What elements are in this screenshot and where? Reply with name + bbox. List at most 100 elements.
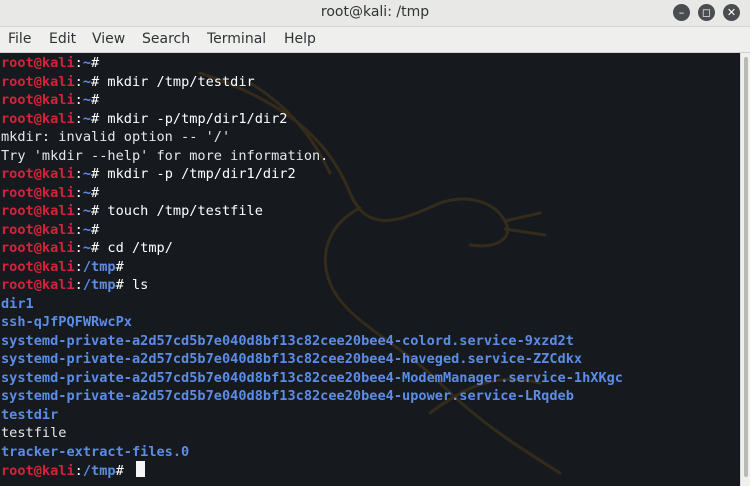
directory-entry: systemd-private-a2d57cd5b7e040d8bf13c82c… bbox=[1, 332, 574, 349]
prompt-user: root@kali bbox=[1, 203, 75, 219]
output-line: ssh-qJfPQFWRwcPx bbox=[1, 313, 623, 332]
command-text: ls bbox=[123, 277, 149, 293]
command-text: mkdir -p /tmp/dir1/dir2 bbox=[99, 166, 296, 182]
prompt-user: root@kali bbox=[1, 55, 75, 71]
prompt-line: root@kali:~# mkdir -p /tmp/dir1/dir2 bbox=[1, 165, 623, 184]
minimize-icon[interactable]: – bbox=[673, 4, 690, 21]
prompt-symbol: # bbox=[91, 203, 100, 219]
menu-file[interactable]: File bbox=[8, 31, 31, 47]
command-text bbox=[124, 463, 132, 479]
terminal-window: root@kali: /tmp – ◻ ✕ File Edit View Sea… bbox=[0, 0, 750, 486]
output-line: systemd-private-a2d57cd5b7e040d8bf13c82c… bbox=[1, 369, 623, 388]
prompt-symbol: # bbox=[91, 92, 100, 108]
prompt-line: root@kali:~# mkdir /tmp/testdir bbox=[1, 73, 623, 92]
prompt-line: root@kali:/tmp# bbox=[1, 258, 623, 277]
output-line: testfile bbox=[1, 424, 623, 443]
directory-entry: tracker-extract-files.0 bbox=[1, 443, 190, 460]
directory-entry: dir1 bbox=[1, 295, 34, 312]
menu-terminal[interactable]: Terminal bbox=[207, 31, 266, 47]
prompt-separator: : bbox=[74, 55, 83, 71]
command-text: touch /tmp/testfile bbox=[99, 203, 263, 219]
prompt-symbol: # bbox=[91, 110, 100, 127]
prompt-separator: : bbox=[74, 277, 83, 293]
prompt-path: /tmp bbox=[82, 463, 116, 479]
maximize-icon[interactable]: ◻ bbox=[698, 4, 715, 21]
output-line: tracker-extract-files.0 bbox=[1, 443, 623, 462]
command-text: mkdir /tmp/testdir bbox=[99, 73, 255, 90]
window-title: root@kali: /tmp bbox=[320, 4, 430, 20]
terminal-area[interactable]: root@kali:~# root@kali:~# mkdir /tmp/test… bbox=[0, 53, 740, 486]
prompt-symbol: # bbox=[91, 166, 100, 182]
prompt-separator: : bbox=[74, 73, 83, 90]
prompt-symbol: # bbox=[115, 463, 124, 479]
prompt-path: ~ bbox=[82, 203, 92, 219]
directory-entry: systemd-private-a2d57cd5b7e040d8bf13c82c… bbox=[1, 369, 623, 386]
output-text: Try 'mkdir --help' for more information. bbox=[1, 147, 329, 164]
output-line: dir1 bbox=[1, 295, 623, 314]
terminal-output: root@kali:~# root@kali:~# mkdir /tmp/test… bbox=[1, 54, 623, 480]
prompt-symbol: # bbox=[115, 277, 124, 293]
prompt-user: root@kali bbox=[1, 277, 75, 293]
command-text: cd /tmp/ bbox=[99, 240, 173, 256]
prompt-symbol: # bbox=[91, 184, 100, 201]
prompt-symbol: # bbox=[91, 73, 100, 90]
prompt-path: ~ bbox=[82, 221, 92, 238]
prompt-line: root@kali:~# mkdir -p/tmp/dir1/dir2 bbox=[1, 110, 623, 129]
prompt-user: root@kali bbox=[1, 240, 75, 256]
prompt-user: root@kali bbox=[1, 221, 75, 238]
prompt-user: root@kali bbox=[1, 184, 75, 201]
prompt-path: ~ bbox=[82, 184, 92, 201]
prompt-user: root@kali bbox=[1, 166, 75, 182]
prompt-symbol: # bbox=[115, 258, 124, 275]
prompt-path: /tmp bbox=[82, 258, 116, 275]
output-line: systemd-private-a2d57cd5b7e040d8bf13c82c… bbox=[1, 350, 623, 369]
prompt-line: root@kali:~# cd /tmp/ bbox=[1, 239, 623, 258]
prompt-separator: : bbox=[74, 221, 83, 238]
prompt-separator: : bbox=[74, 166, 83, 182]
file-entry: testfile bbox=[1, 425, 67, 441]
prompt-line: root@kali:~# bbox=[1, 54, 623, 73]
scrollbar-thumb[interactable] bbox=[744, 57, 748, 477]
close-icon[interactable]: ✕ bbox=[723, 4, 740, 21]
prompt-line: root@kali:/tmp# bbox=[1, 461, 623, 480]
directory-entry: systemd-private-a2d57cd5b7e040d8bf13c82c… bbox=[1, 351, 583, 367]
text-cursor bbox=[135, 461, 145, 477]
window-controls: – ◻ ✕ bbox=[673, 4, 740, 21]
prompt-user: root@kali bbox=[1, 110, 75, 127]
prompt-separator: : bbox=[74, 92, 83, 108]
scrollbar[interactable] bbox=[740, 53, 750, 486]
output-line: Try 'mkdir --help' for more information. bbox=[1, 147, 623, 166]
prompt-separator: : bbox=[74, 463, 83, 479]
command-text: mkdir -p/tmp/dir1/dir2 bbox=[99, 110, 288, 127]
prompt-path: ~ bbox=[82, 55, 92, 71]
prompt-symbol: # bbox=[91, 55, 100, 71]
prompt-separator: : bbox=[74, 184, 83, 201]
menu-search[interactable]: Search bbox=[142, 31, 190, 47]
prompt-separator: : bbox=[74, 110, 83, 127]
prompt-path: ~ bbox=[82, 166, 92, 182]
output-line: systemd-private-a2d57cd5b7e040d8bf13c82c… bbox=[1, 387, 623, 406]
prompt-line: root@kali:/tmp# ls bbox=[1, 276, 623, 295]
prompt-user: root@kali bbox=[1, 258, 75, 275]
menu-view[interactable]: View bbox=[92, 31, 125, 47]
prompt-symbol: # bbox=[91, 240, 100, 256]
prompt-path: ~ bbox=[82, 110, 92, 127]
output-line: mkdir: invalid option -- '/' bbox=[1, 128, 623, 147]
output-line: systemd-private-a2d57cd5b7e040d8bf13c82c… bbox=[1, 332, 623, 351]
output-text: mkdir: invalid option -- '/' bbox=[1, 129, 231, 145]
prompt-path: ~ bbox=[82, 92, 92, 108]
prompt-user: root@kali bbox=[1, 73, 75, 90]
menu-help[interactable]: Help bbox=[284, 31, 316, 47]
menu-bar: File Edit View Search Terminal Help bbox=[0, 27, 750, 53]
prompt-line: root@kali:~# bbox=[1, 184, 623, 203]
output-line: testdir bbox=[1, 406, 623, 425]
prompt-separator: : bbox=[74, 258, 83, 275]
directory-entry: testdir bbox=[1, 406, 59, 423]
prompt-user: root@kali bbox=[1, 463, 75, 479]
title-bar[interactable]: root@kali: /tmp – ◻ ✕ bbox=[0, 0, 750, 27]
menu-edit[interactable]: Edit bbox=[49, 31, 76, 47]
prompt-line: root@kali:~# bbox=[1, 91, 623, 110]
prompt-symbol: # bbox=[91, 221, 100, 238]
prompt-line: root@kali:~# touch /tmp/testfile bbox=[1, 202, 623, 221]
prompt-user: root@kali bbox=[1, 92, 75, 108]
